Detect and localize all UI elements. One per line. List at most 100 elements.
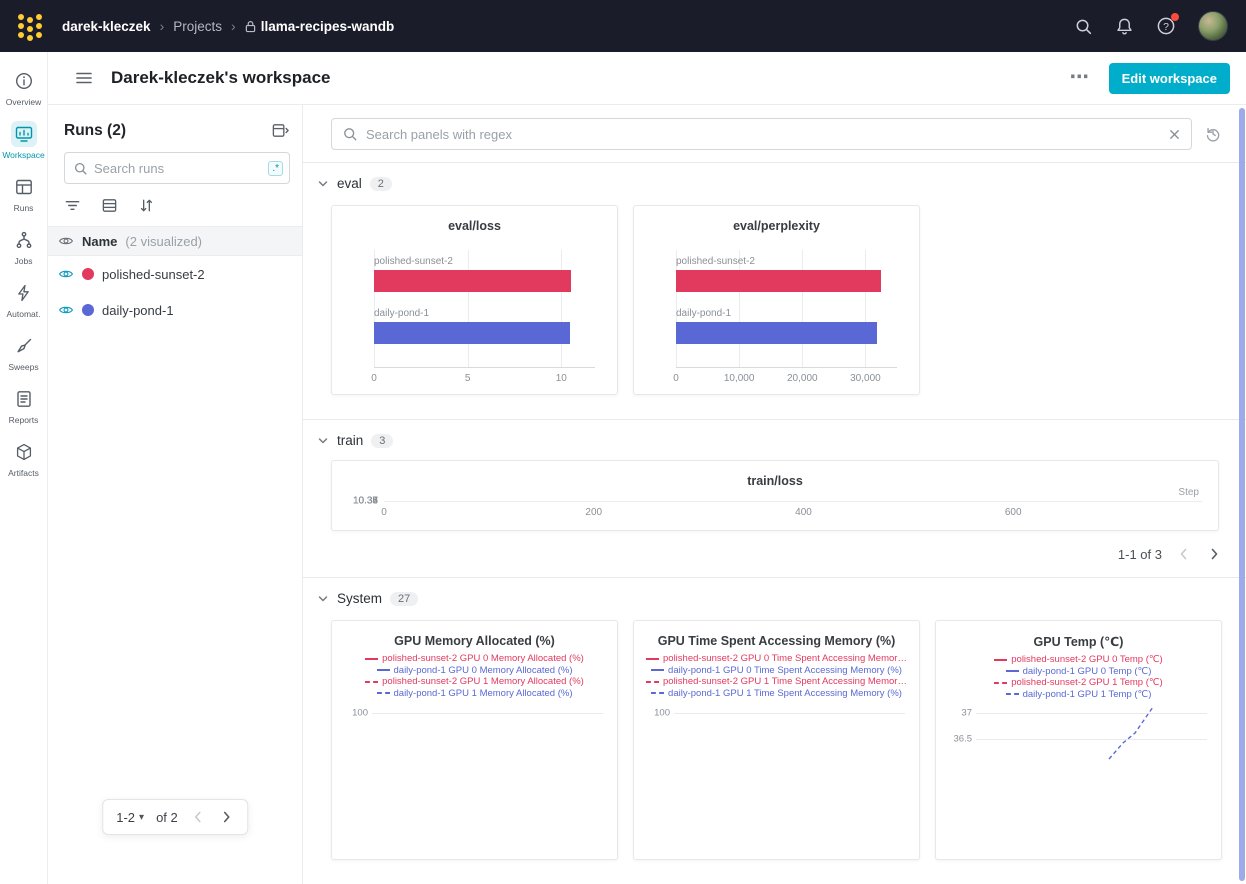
legend-item[interactable]: polished-sunset-2 GPU 1 Memory Allocated… xyxy=(365,676,584,688)
panel-gpu-temp[interactable]: GPU Temp (℃) polished-sunset-2 GPU 0 Tem… xyxy=(935,620,1222,860)
x-tick-label: 200 xyxy=(585,507,602,518)
run-row[interactable]: daily-pond-1 xyxy=(48,292,302,328)
next-page-icon[interactable] xyxy=(218,809,234,825)
x-tick-label: 5 xyxy=(465,373,471,384)
topbar-actions: ? xyxy=(1074,11,1228,41)
section-count-badge: 3 xyxy=(371,434,393,448)
group-icon[interactable] xyxy=(101,197,118,214)
legend-item[interactable]: daily-pond-1 GPU 1 Temp (℃) xyxy=(1006,689,1152,701)
scrollbar-thumb[interactable] xyxy=(1239,108,1245,881)
breadcrumb-project[interactable]: llama-recipes-wandb xyxy=(261,19,395,34)
x-tick-label: 0 xyxy=(673,373,679,384)
legend-label: daily-pond-1 GPU 1 Memory Allocated (%) xyxy=(394,688,573,700)
menu-icon[interactable] xyxy=(75,69,93,87)
x-axis-label: Step xyxy=(1178,487,1199,498)
chevron-down-icon xyxy=(317,435,329,447)
report-icon xyxy=(11,386,37,412)
legend-item[interactable]: daily-pond-1 GPU 1 Memory Allocated (%) xyxy=(377,688,573,700)
name-column-header[interactable]: Name xyxy=(82,234,117,249)
prev-page-icon[interactable] xyxy=(190,809,206,825)
scrollbar xyxy=(1239,108,1245,881)
expand-table-icon[interactable] xyxy=(271,121,290,140)
legend-label: daily-pond-1 GPU 1 Temp (℃) xyxy=(1023,689,1152,701)
legend-item[interactable]: polished-sunset-2 GPU 1 Time Spent Acces… xyxy=(646,676,907,688)
breadcrumb-user[interactable]: darek-kleczek xyxy=(62,19,151,34)
edit-workspace-button[interactable]: Edit workspace xyxy=(1109,63,1230,94)
legend-item[interactable]: polished-sunset-2 GPU 1 Temp (℃) xyxy=(994,677,1162,689)
rail-item-workspace[interactable]: Workspace xyxy=(0,117,48,166)
rail-item-artifacts[interactable]: Artifacts xyxy=(0,435,48,484)
legend-line-icon xyxy=(646,658,659,660)
legend-item[interactable]: daily-pond-1 GPU 1 Time Spent Accessing … xyxy=(651,688,902,700)
rail-item-runs[interactable]: Runs xyxy=(0,170,48,219)
panels-pagination-label: 1-1 of 3 xyxy=(1118,547,1162,562)
rail-item-reports[interactable]: Reports xyxy=(0,382,48,431)
rail-item-label: Reports xyxy=(9,415,39,425)
clear-search-icon[interactable] xyxy=(1168,128,1181,141)
line-chart: 10.38 10.37 10.36 10.35 10.34 0 200 400 … xyxy=(384,501,1202,502)
legend-item[interactable]: daily-pond-1 GPU 0 Memory Allocated (%) xyxy=(377,665,573,677)
legend-item[interactable]: polished-sunset-2 GPU 0 Temp (℃) xyxy=(994,654,1162,666)
visibility-eye-icon[interactable] xyxy=(58,233,74,249)
bar-label: daily-pond-1 xyxy=(374,308,595,319)
search-icon xyxy=(73,161,88,176)
y-tick-label: 10.34 xyxy=(338,496,378,507)
runs-table-header: Name (2 visualized) xyxy=(48,226,302,256)
wandb-logo[interactable] xyxy=(18,14,42,38)
rail-item-sweeps[interactable]: Sweeps xyxy=(0,329,48,378)
bell-icon[interactable] xyxy=(1115,17,1134,36)
bar-label: polished-sunset-2 xyxy=(676,256,897,267)
section-header-eval[interactable]: eval 2 xyxy=(303,163,1246,203)
section-header-system[interactable]: System 27 xyxy=(303,578,1246,618)
rail-item-automations[interactable]: Automat. xyxy=(0,276,48,325)
search-icon[interactable] xyxy=(1074,17,1093,36)
overflow-menu-icon[interactable]: ⋯ xyxy=(1070,73,1091,83)
visibility-eye-icon[interactable] xyxy=(58,302,74,318)
breadcrumb-projects[interactable]: Projects xyxy=(173,19,222,34)
section-count-badge: 2 xyxy=(370,177,392,191)
legend-item[interactable]: polished-sunset-2 GPU 0 Memory Allocated… xyxy=(365,653,584,665)
section-header-train[interactable]: train 3 xyxy=(303,420,1246,460)
run-row[interactable]: polished-sunset-2 xyxy=(48,256,302,292)
chart-title: GPU Temp (℃) xyxy=(936,634,1221,649)
panel-train-loss[interactable]: train/loss 10.38 10.37 10.36 10.35 10.34… xyxy=(331,460,1219,531)
legend-line-icon xyxy=(651,669,664,671)
regex-toggle[interactable]: .* xyxy=(268,161,283,176)
history-icon[interactable] xyxy=(1204,125,1222,143)
legend-item[interactable]: daily-pond-1 GPU 0 Time Spent Accessing … xyxy=(651,665,902,677)
legend-line-icon xyxy=(994,682,1007,684)
page-range-dropdown[interactable]: 1-2 ▾ xyxy=(116,810,144,825)
section-count-badge: 27 xyxy=(390,592,418,606)
avatar[interactable] xyxy=(1198,11,1228,41)
chart-title: train/loss xyxy=(332,474,1218,488)
filter-icon[interactable] xyxy=(64,197,81,214)
runs-search: .* xyxy=(64,152,290,184)
x-tick-label: 0 xyxy=(381,507,387,518)
runs-count-title: Runs (2) xyxy=(64,122,126,140)
visibility-eye-icon[interactable] xyxy=(58,266,74,282)
next-page-icon[interactable] xyxy=(1206,546,1222,562)
bar-daily-pond-1 xyxy=(676,322,877,344)
panel-eval-perplexity[interactable]: eval/perplexity polished-sunset-2 daily-… xyxy=(633,205,920,395)
legend-label: polished-sunset-2 GPU 1 Temp (℃) xyxy=(1011,677,1162,689)
panel-eval-loss[interactable]: eval/loss polished-sunset-2 daily-pond-1 xyxy=(331,205,618,395)
panel-gpu-time-accessing-memory[interactable]: GPU Time Spent Accessing Memory (%) poli… xyxy=(633,620,920,860)
train-pagination: 1-1 of 3 xyxy=(303,531,1246,577)
line-chart: 100 xyxy=(674,713,905,851)
lock-icon xyxy=(245,20,256,33)
legend-label: polished-sunset-2 GPU 1 Memory Allocated… xyxy=(382,676,584,688)
chart-legend: polished-sunset-2 GPU 0 Temp (℃) daily-p… xyxy=(936,654,1221,700)
bar-polished-sunset-2 xyxy=(676,270,881,292)
runs-search-input[interactable] xyxy=(94,161,262,176)
broom-icon xyxy=(11,333,37,359)
legend-item[interactable]: polished-sunset-2 GPU 0 Time Spent Acces… xyxy=(646,653,907,665)
rail-item-overview[interactable]: Overview xyxy=(0,64,48,113)
panel-search-input[interactable] xyxy=(366,127,1160,142)
help-icon[interactable]: ? xyxy=(1156,16,1176,36)
legend-item[interactable]: daily-pond-1 GPU 0 Temp (℃) xyxy=(1006,666,1152,678)
sort-icon[interactable] xyxy=(138,197,155,214)
rail-item-jobs[interactable]: Jobs xyxy=(0,223,48,272)
prev-page-icon[interactable] xyxy=(1176,546,1192,562)
x-tick-label: 10,000 xyxy=(724,373,755,384)
panel-gpu-memory-allocated[interactable]: GPU Memory Allocated (%) polished-sunset… xyxy=(331,620,618,860)
